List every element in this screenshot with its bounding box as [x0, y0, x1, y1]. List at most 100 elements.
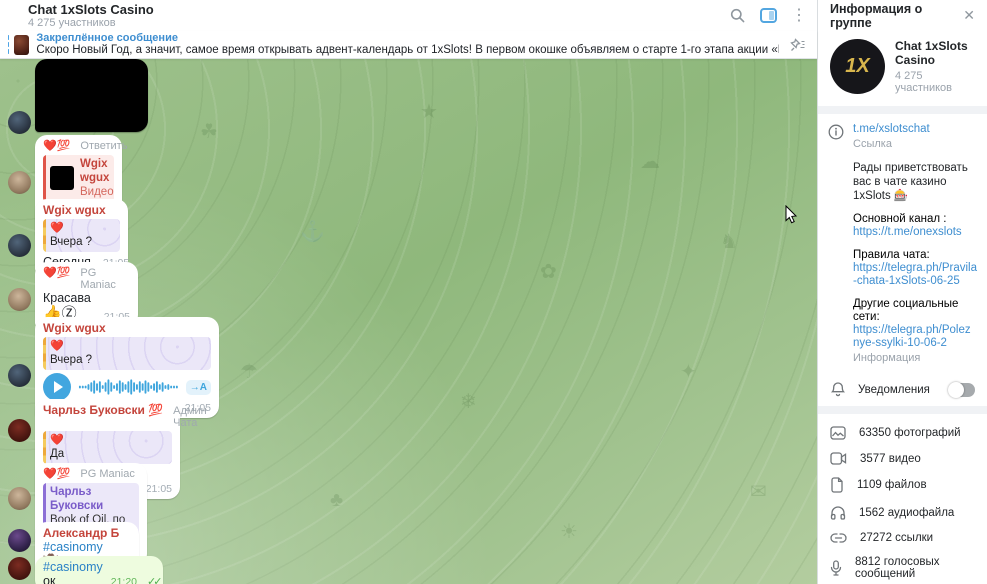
hashtag-link[interactable]: #casinomy [43, 540, 103, 554]
notifications-row[interactable]: Уведомления [818, 373, 987, 406]
sender-name[interactable]: Александр Б [43, 526, 131, 540]
sender-name[interactable]: Wgix wgux [43, 321, 211, 335]
quote-text: Вчера ? [50, 354, 93, 366]
shared-videos-row[interactable]: 3577 видео [818, 446, 987, 471]
quote-text: Вчера ? [50, 236, 93, 248]
stat-label: 8812 голосовых сообщений [855, 556, 940, 580]
rules-link[interactable]: https://telegra.ph/Pravila-chata-1xSlots… [853, 262, 977, 288]
avatar[interactable] [8, 234, 31, 257]
chat-header[interactable]: Chat 1xSlots Casino 4 275 участников ⋮ [0, 0, 817, 31]
panel-title: Информация о группе [830, 1, 923, 30]
chat-column: Chat 1xSlots Casino 4 275 участников ⋮ З… [0, 0, 817, 584]
stat-label: 1109 файлов [857, 479, 927, 491]
quote-sender: ❤️ [50, 222, 64, 234]
kebab-menu-icon[interactable]: ⋮ [791, 7, 807, 24]
info-label: Информация [853, 352, 921, 364]
stat-label: 27272 ссылки [860, 532, 934, 544]
photo-icon [830, 426, 846, 440]
info-icon [828, 124, 844, 365]
headphones-icon [830, 506, 846, 520]
group-about: Рады приветствовать вас в чате казино 1x… [853, 162, 968, 202]
video-message[interactable] [35, 59, 148, 132]
video-icon [830, 452, 847, 465]
reply-quote[interactable]: Wgix wgux Видео [43, 155, 114, 202]
read-checks-icon: ✓✓ [147, 576, 163, 584]
quote-sender: ❤️ [50, 340, 64, 352]
sender-name[interactable]: Чарльз Буковски 💯 [43, 403, 163, 417]
avatar[interactable] [8, 288, 31, 311]
avatar[interactable] [8, 364, 31, 387]
channel-label: Основной канал : [853, 213, 947, 225]
pinned-message-bar[interactable]: Закреплённое сообщение Скоро Новый Год, … [0, 31, 817, 59]
avatar[interactable] [8, 487, 31, 510]
pinned-label: Закреплённое сообщение [36, 32, 178, 44]
admin-badge: PG Maniac [80, 267, 116, 291]
sender-name[interactable]: ❤️💯 [43, 266, 70, 280]
shared-voice-row[interactable]: 8812 голосовых сообщений [818, 550, 987, 584]
chat-background: ☘★☁ ⚓✿♞ ☂❄✦ ♣☀✉ ♬☕❀ ❤️💯 Ответи [0, 59, 817, 584]
chat-members-count: 4 275 участников [28, 16, 116, 29]
chat-title: Chat 1xSlots Casino [28, 1, 154, 17]
quote-sender: Wgix wgux [80, 158, 110, 184]
hashtag-link[interactable]: #casinomy [43, 560, 103, 574]
pinned-thumbnail [14, 34, 30, 55]
sender-name[interactable]: ❤️💯 [43, 139, 70, 153]
file-icon [831, 477, 843, 493]
chat-header-text: Chat 1xSlots Casino 4 275 участников [28, 1, 154, 29]
play-button[interactable] [43, 373, 71, 401]
stat-label: 3577 видео [860, 452, 921, 465]
outgoing-message-bubble[interactable]: #casinomy ок 21:20 ✓✓ [35, 556, 163, 584]
quote-sender: Чарльз Буковски [50, 486, 104, 512]
link-icon [830, 533, 847, 543]
group-name: Chat 1xSlots Casino [895, 39, 968, 67]
notifications-toggle[interactable] [948, 381, 975, 398]
bell-icon [830, 382, 846, 397]
toggle-sidebar-icon[interactable] [760, 8, 777, 23]
mouse-cursor [785, 205, 798, 224]
transcribe-button[interactable]: →A [185, 379, 211, 395]
quote-text: Видео [80, 186, 114, 198]
reply-quote[interactable]: ❤️ Вчера ? [43, 219, 120, 252]
notifications-label: Уведомления [858, 383, 930, 396]
voice-waveform [78, 379, 178, 395]
channel-link[interactable]: https://t.me/onexslots [853, 226, 977, 239]
pinned-texts: Закреплённое сообщение Скоро Новый Год, … [36, 32, 779, 57]
group-info-panel: Информация о группе ✕ 1X Chat 1xSlots Ca… [817, 0, 987, 584]
pinned-text: Скоро Новый Год, а значит, самое время о… [36, 44, 779, 56]
pinned-indicator [8, 34, 10, 55]
shared-audio-row[interactable]: 1562 аудиофайла [818, 499, 987, 526]
shared-links-row[interactable]: 27272 ссылки [818, 526, 987, 550]
quote-text: Да [50, 448, 65, 460]
quote-thumbnail [50, 166, 74, 190]
shared-photos-row[interactable]: 63350 фотографий [818, 420, 987, 446]
quote-sender: ❤️ [50, 434, 64, 446]
avatar[interactable] [8, 557, 31, 580]
section-divider [818, 406, 987, 414]
reply-quote[interactable]: ❤️ Вчера ? [43, 337, 211, 370]
rules-label: Правила чата: [853, 249, 930, 261]
reply-quote[interactable]: ❤️ Да [43, 431, 172, 464]
admin-badge: Админ Чата [173, 405, 207, 429]
group-link[interactable]: t.me/xslotschat [853, 123, 977, 136]
group-profile[interactable]: 1X Chat 1xSlots Casino 4 275 участников [818, 31, 987, 106]
avatar[interactable] [8, 111, 31, 134]
group-avatar[interactable]: 1X [830, 39, 885, 94]
microphone-icon [830, 560, 842, 576]
message-text: Красава [43, 291, 91, 305]
sender-name[interactable]: Wgix wgux [43, 203, 120, 217]
stat-label: 1562 аудиофайла [859, 506, 955, 519]
avatar[interactable] [8, 419, 31, 442]
stat-label: 63350 фотографий [859, 427, 961, 439]
sender-name[interactable]: ❤️💯 [43, 467, 70, 481]
search-icon[interactable] [728, 7, 746, 25]
message-text: ок [43, 574, 56, 584]
social-label: Другие социальные сети: [853, 298, 959, 323]
pinned-list-icon[interactable] [789, 37, 805, 53]
close-icon[interactable]: ✕ [963, 7, 975, 24]
avatar[interactable] [8, 529, 31, 552]
link-label: Ссылка [853, 138, 892, 150]
social-link[interactable]: https://telegra.ph/Poleznye-ssylki-10-06… [853, 324, 977, 350]
shared-files-row[interactable]: 1109 файлов [818, 471, 987, 499]
avatar[interactable] [8, 171, 31, 194]
group-members-count: 4 275 участников [895, 70, 953, 94]
